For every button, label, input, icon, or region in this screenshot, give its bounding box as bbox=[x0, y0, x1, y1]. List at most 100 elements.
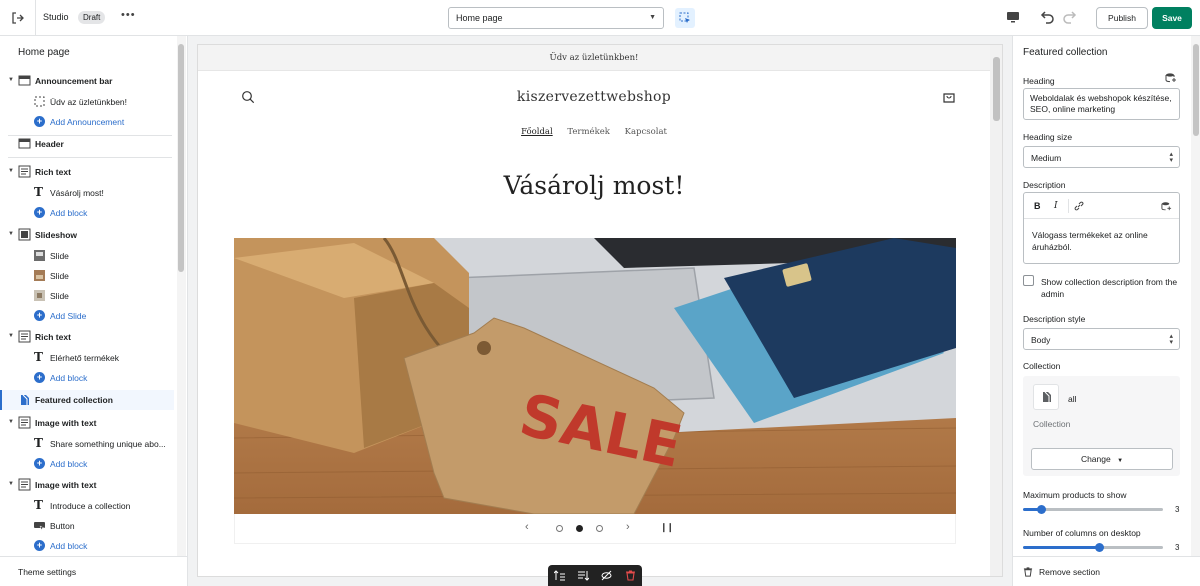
description-text[interactable]: Válogass termékeket az online áruházból. bbox=[1032, 229, 1164, 253]
pause-icon[interactable]: ❙❙ bbox=[660, 522, 674, 533]
collapse-icon[interactable]: ▼ bbox=[8, 419, 14, 425]
undo-icon[interactable] bbox=[1039, 9, 1055, 27]
block-heading[interactable]: T Introduce a collection bbox=[0, 496, 174, 516]
add-announcement-button[interactable]: + Add Announcement bbox=[0, 112, 174, 132]
section-image-with-text[interactable]: ▼ Image with text bbox=[0, 475, 174, 495]
sidebar-scrollbar[interactable] bbox=[178, 44, 184, 272]
header-icon bbox=[18, 138, 31, 149]
announcement-bar[interactable]: Üdv az üzletünkben! bbox=[198, 45, 990, 71]
nav-link-contact[interactable]: Kapcsolat bbox=[625, 127, 667, 137]
add-label: Add block bbox=[50, 541, 88, 551]
heading-size-value: Medium bbox=[1031, 153, 1062, 163]
max-products-label: Maximum products to show bbox=[1023, 490, 1127, 500]
add-label: Add block bbox=[50, 373, 88, 383]
redo-icon[interactable] bbox=[1062, 9, 1078, 27]
slide-thumbnail-icon bbox=[34, 250, 45, 261]
slide-dot[interactable] bbox=[556, 525, 563, 532]
add-block-button[interactable]: + Add block bbox=[0, 536, 174, 556]
cart-icon[interactable] bbox=[942, 90, 956, 106]
description-style-select[interactable]: Body ▴ ▾ bbox=[1023, 328, 1180, 350]
section-rich-text[interactable]: ▼ Rich text bbox=[0, 162, 174, 182]
section-rich-text[interactable]: ▼ Rich text bbox=[0, 327, 174, 347]
rich-text-heading: Vásárolj most! bbox=[503, 171, 685, 200]
show-description-checkbox[interactable] bbox=[1023, 275, 1034, 286]
theme-settings-button[interactable]: Theme settings bbox=[0, 556, 187, 586]
button-icon bbox=[34, 522, 45, 531]
store-logo[interactable]: kiszervezettwebshop bbox=[198, 89, 990, 105]
page-select[interactable]: Home page ▼ bbox=[448, 7, 664, 29]
sections-sidebar: Home page ▼ Announcement bar Üdv az üzle… bbox=[0, 36, 188, 586]
block-slide[interactable]: Slide bbox=[0, 246, 174, 266]
slideshow-controls: ‹ › ❙❙ bbox=[234, 514, 956, 544]
exit-icon[interactable] bbox=[8, 8, 28, 28]
dynamic-source-icon[interactable] bbox=[1161, 201, 1172, 212]
delete-icon[interactable] bbox=[625, 570, 636, 581]
move-down-icon[interactable] bbox=[577, 570, 589, 581]
trash-icon bbox=[1023, 567, 1033, 577]
bold-icon[interactable]: B bbox=[1034, 201, 1041, 211]
collapse-icon[interactable]: ▼ bbox=[8, 168, 14, 174]
section-label: Slideshow bbox=[35, 230, 78, 240]
section-slideshow[interactable]: ▼ Slideshow bbox=[0, 225, 174, 245]
nav-link-products[interactable]: Termékek bbox=[567, 127, 610, 137]
desktop-icon[interactable] bbox=[1006, 10, 1020, 26]
chevron-left-icon[interactable]: ‹ bbox=[525, 521, 529, 533]
columns-slider[interactable] bbox=[1023, 543, 1163, 552]
select-arrows-icon: ▴ ▾ bbox=[1169, 333, 1173, 346]
block-announcement[interactable]: Üdv az üzletünkben! bbox=[0, 92, 174, 112]
section-image-with-text[interactable]: ▼ Image with text bbox=[0, 413, 174, 433]
block-slide[interactable]: Slide bbox=[0, 266, 174, 286]
columns-label: Number of columns on desktop bbox=[1023, 528, 1141, 538]
select-arrows-icon: ▴ ▾ bbox=[1169, 151, 1173, 164]
text-icon: T bbox=[34, 350, 43, 364]
save-button[interactable]: Save bbox=[1152, 7, 1192, 29]
add-label: Add block bbox=[50, 208, 88, 218]
hide-icon[interactable] bbox=[601, 570, 612, 581]
slider-handle[interactable] bbox=[1037, 505, 1046, 514]
slide-dot-active[interactable] bbox=[576, 525, 583, 532]
block-label: Vásárolj most! bbox=[50, 188, 104, 198]
block-slide[interactable]: Slide bbox=[0, 286, 174, 306]
collection-tag-icon bbox=[1033, 384, 1059, 410]
preview-scrollbar[interactable] bbox=[993, 57, 1000, 121]
block-label: Slide bbox=[50, 271, 69, 281]
plus-circle-icon: + bbox=[34, 540, 45, 551]
more-actions-icon[interactable]: ••• bbox=[121, 9, 136, 21]
add-slide-button[interactable]: + Add Slide bbox=[0, 306, 174, 326]
slide-dot[interactable] bbox=[596, 525, 603, 532]
publish-button[interactable]: Publish bbox=[1096, 7, 1148, 29]
inspect-icon[interactable] bbox=[675, 8, 695, 28]
collection-tag-icon bbox=[21, 394, 29, 405]
block-heading[interactable]: T Share something unique abo... bbox=[0, 434, 174, 454]
collapse-icon[interactable]: ▼ bbox=[8, 481, 14, 487]
max-products-slider[interactable] bbox=[1023, 505, 1163, 514]
slider-handle[interactable] bbox=[1095, 543, 1104, 552]
italic-icon[interactable]: I bbox=[1054, 201, 1058, 211]
heading-size-select[interactable]: Medium ▴ ▾ bbox=[1023, 146, 1180, 168]
heading-input[interactable]: Weboldalak és webshopok készítése, SEO, … bbox=[1023, 88, 1180, 120]
block-heading[interactable]: T Elérhető termékek bbox=[0, 348, 174, 368]
collapse-icon[interactable]: ▼ bbox=[8, 333, 14, 339]
divider bbox=[35, 0, 36, 36]
collapse-icon[interactable]: ▼ bbox=[8, 231, 14, 237]
chevron-right-icon[interactable]: › bbox=[626, 521, 630, 533]
block-button[interactable]: Button bbox=[0, 516, 174, 536]
dynamic-source-icon[interactable] bbox=[1165, 72, 1177, 84]
nav-link-home[interactable]: Főoldal bbox=[521, 127, 553, 137]
add-block-button[interactable]: + Add block bbox=[0, 368, 174, 388]
collapse-icon[interactable]: ▼ bbox=[8, 77, 14, 83]
heading-label: Heading bbox=[1023, 76, 1055, 86]
block-heading[interactable]: T Vásárolj most! bbox=[0, 183, 174, 203]
settings-scrollbar[interactable] bbox=[1193, 44, 1199, 136]
settings-panel: Featured collection Heading Weboldalak é… bbox=[1012, 36, 1200, 586]
add-block-button[interactable]: + Add block bbox=[0, 203, 174, 223]
section-featured-collection[interactable]: Featured collection bbox=[0, 390, 174, 410]
section-announcement-bar[interactable]: ▼ Announcement bar bbox=[0, 71, 174, 91]
move-up-icon[interactable] bbox=[554, 570, 566, 581]
link-icon[interactable] bbox=[1074, 201, 1084, 211]
add-block-button[interactable]: + Add block bbox=[0, 454, 174, 474]
section-header[interactable]: Header bbox=[0, 134, 174, 154]
section-label: Image with text bbox=[35, 418, 97, 428]
remove-section-button[interactable]: Remove section bbox=[1013, 556, 1200, 586]
change-collection-button[interactable]: Change ▼ bbox=[1031, 448, 1173, 470]
